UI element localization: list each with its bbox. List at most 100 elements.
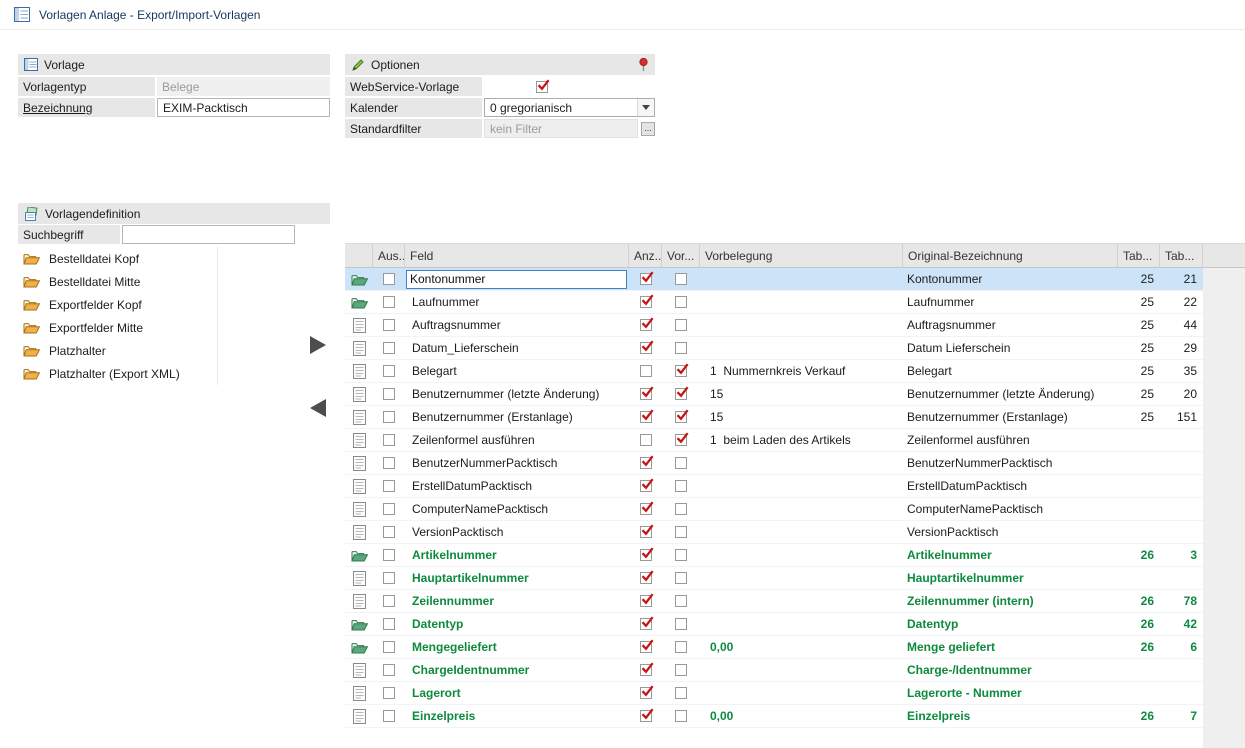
vor-checkbox[interactable]	[675, 296, 687, 308]
table-row[interactable]: Datum_LieferscheinDatum Lieferschein2529	[345, 337, 1203, 360]
aus-checkbox[interactable]	[383, 618, 395, 630]
aus-checkbox[interactable]	[383, 595, 395, 607]
vor-checkbox[interactable]	[675, 457, 687, 469]
anz-checkbox[interactable]	[640, 710, 652, 722]
aus-checkbox[interactable]	[383, 365, 395, 377]
pin-icon[interactable]	[638, 58, 649, 72]
table-row[interactable]: ComputerNamePacktischComputerNamePacktis…	[345, 498, 1203, 521]
anz-checkbox[interactable]	[640, 641, 652, 653]
header-vor[interactable]: Vor...	[662, 244, 700, 268]
table-row[interactable]: Zeilenformel ausführen1 beim Laden des A…	[345, 429, 1203, 452]
aus-checkbox[interactable]	[383, 296, 395, 308]
table-row[interactable]: Mengegeliefert0,00Menge geliefert266	[345, 636, 1203, 659]
header-tab2[interactable]: Tab...	[1160, 244, 1203, 268]
anz-checkbox[interactable]	[640, 526, 652, 538]
vor-checkbox[interactable]	[675, 411, 687, 423]
aus-checkbox[interactable]	[383, 710, 395, 722]
aus-checkbox[interactable]	[383, 549, 395, 561]
vor-checkbox[interactable]	[675, 710, 687, 722]
vor-checkbox[interactable]	[675, 503, 687, 515]
anz-checkbox[interactable]	[640, 549, 652, 561]
vor-checkbox[interactable]	[675, 365, 687, 377]
aus-checkbox[interactable]	[383, 664, 395, 676]
vor-checkbox[interactable]	[675, 342, 687, 354]
move-left-button[interactable]	[310, 399, 326, 417]
anz-checkbox[interactable]	[640, 572, 652, 584]
anz-checkbox[interactable]	[640, 664, 652, 676]
table-row[interactable]: ErstellDatumPacktischErstellDatumPacktis…	[345, 475, 1203, 498]
vor-checkbox[interactable]	[675, 480, 687, 492]
vor-checkbox[interactable]	[675, 618, 687, 630]
vor-checkbox[interactable]	[675, 595, 687, 607]
table-row[interactable]: Einzelpreis0,00Einzelpreis267	[345, 705, 1203, 728]
aus-checkbox[interactable]	[383, 319, 395, 331]
anz-checkbox[interactable]	[640, 503, 652, 515]
vor-checkbox[interactable]	[675, 664, 687, 676]
table-row[interactable]: ZeilennummerZeilennummer (intern)2678	[345, 590, 1203, 613]
feld-edit-input[interactable]	[406, 270, 627, 289]
anz-checkbox[interactable]	[640, 687, 652, 699]
vor-checkbox[interactable]	[675, 526, 687, 538]
webservice-checkbox[interactable]	[536, 81, 548, 93]
vor-checkbox[interactable]	[675, 641, 687, 653]
table-row[interactable]: Belegart1 Nummernkreis VerkaufBelegart25…	[345, 360, 1203, 383]
list-item[interactable]: Bestelldatei Kopf	[18, 247, 217, 270]
header-aus[interactable]: Aus...	[373, 244, 405, 268]
anz-checkbox[interactable]	[640, 342, 652, 354]
list-item[interactable]: Platzhalter (Export XML)	[18, 362, 217, 385]
anz-checkbox[interactable]	[640, 319, 652, 331]
aus-checkbox[interactable]	[383, 480, 395, 492]
anz-checkbox[interactable]	[640, 388, 652, 400]
anz-checkbox[interactable]	[640, 457, 652, 469]
aus-checkbox[interactable]	[383, 388, 395, 400]
anz-checkbox[interactable]	[640, 434, 652, 446]
header-tab1[interactable]: Tab...	[1118, 244, 1160, 268]
table-row[interactable]: VersionPacktischVersionPacktisch	[345, 521, 1203, 544]
header-vorbelegung[interactable]: Vorbelegung	[700, 244, 903, 268]
list-item[interactable]: Bestelldatei Mitte	[18, 270, 217, 293]
kalender-dropdown[interactable]: 0 gregorianisch	[484, 98, 655, 117]
aus-checkbox[interactable]	[383, 526, 395, 538]
table-row[interactable]: Kontonummer2521	[345, 268, 1203, 291]
table-row[interactable]: HauptartikelnummerHauptartikelnummer	[345, 567, 1203, 590]
vor-checkbox[interactable]	[675, 388, 687, 400]
table-row[interactable]: LagerortLagerorte - Nummer	[345, 682, 1203, 705]
anz-checkbox[interactable]	[640, 273, 652, 285]
vor-checkbox[interactable]	[675, 319, 687, 331]
header-feld[interactable]: Feld	[405, 244, 629, 268]
anz-checkbox[interactable]	[640, 618, 652, 630]
kalender-dropdown-button[interactable]	[637, 99, 654, 116]
vor-checkbox[interactable]	[675, 687, 687, 699]
table-row[interactable]: Benutzernummer (Erstanlage)15Benutzernum…	[345, 406, 1203, 429]
aus-checkbox[interactable]	[383, 457, 395, 469]
list-item[interactable]: Exportfelder Kopf	[18, 293, 217, 316]
table-row[interactable]: ChargeIdentnummerCharge-/Identnummer	[345, 659, 1203, 682]
anz-checkbox[interactable]	[640, 480, 652, 492]
aus-checkbox[interactable]	[383, 273, 395, 285]
move-right-button[interactable]	[310, 336, 326, 354]
table-row[interactable]: ArtikelnummerArtikelnummer263	[345, 544, 1203, 567]
vor-checkbox[interactable]	[675, 273, 687, 285]
header-anz[interactable]: Anz...	[629, 244, 662, 268]
aus-checkbox[interactable]	[383, 503, 395, 515]
table-row[interactable]: Benutzernummer (letzte Änderung)15Benutz…	[345, 383, 1203, 406]
standardfilter-more-button[interactable]: ...	[641, 122, 655, 136]
vor-checkbox[interactable]	[675, 572, 687, 584]
table-row[interactable]: LaufnummerLaufnummer2522	[345, 291, 1203, 314]
aus-checkbox[interactable]	[383, 572, 395, 584]
list-item[interactable]: Platzhalter	[18, 339, 217, 362]
suchbegriff-input[interactable]	[122, 225, 295, 244]
table-row[interactable]: AuftragsnummerAuftragsnummer2544	[345, 314, 1203, 337]
aus-checkbox[interactable]	[383, 342, 395, 354]
anz-checkbox[interactable]	[640, 365, 652, 377]
aus-checkbox[interactable]	[383, 687, 395, 699]
vor-checkbox[interactable]	[675, 549, 687, 561]
anz-checkbox[interactable]	[640, 296, 652, 308]
aus-checkbox[interactable]	[383, 434, 395, 446]
aus-checkbox[interactable]	[383, 411, 395, 423]
anz-checkbox[interactable]	[640, 411, 652, 423]
table-row[interactable]: BenutzerNummerPacktischBenutzerNummerPac…	[345, 452, 1203, 475]
list-item[interactable]: Exportfelder Mitte	[18, 316, 217, 339]
aus-checkbox[interactable]	[383, 641, 395, 653]
header-original-bezeichnung[interactable]: Original-Bezeichnung	[903, 244, 1118, 268]
